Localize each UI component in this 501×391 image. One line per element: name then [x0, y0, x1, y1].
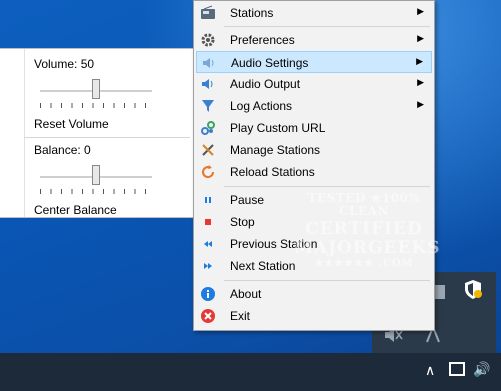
menu-item-log-actions[interactable]: Log Actions ▶ [196, 95, 432, 117]
menu-item-play-custom-url[interactable]: Play Custom URL [196, 117, 432, 139]
reload-icon [200, 164, 216, 180]
volume-panel: Volume: 50 Reset Volume Balance: 0 Cente… [0, 48, 194, 218]
menu-item-exit[interactable]: Exit [196, 305, 432, 327]
speaker-icon [200, 76, 216, 92]
log-icon [200, 98, 216, 114]
menu-item-audio-output[interactable]: Audio Output ▶ [196, 73, 432, 95]
submenu-arrow-icon: ▶ [417, 6, 424, 16]
divider [24, 137, 190, 138]
balance-label: Balance: 0 [34, 143, 91, 157]
audio-settings-icon [201, 55, 217, 71]
menu-item-manage-stations[interactable]: Manage Stations [196, 139, 432, 161]
menu-item-about[interactable]: About [196, 283, 432, 305]
shield-icon[interactable] [462, 278, 484, 300]
menu-item-stations[interactable]: Stations ▶ [196, 2, 432, 24]
panel-gutter [0, 49, 25, 217]
menu-separator [224, 280, 430, 281]
slider-thumb[interactable] [92, 165, 100, 185]
submenu-arrow-icon: ▶ [417, 99, 424, 109]
submenu-arrow-icon: ▶ [416, 56, 423, 66]
volume-label: Volume: 50 [34, 57, 95, 71]
next-icon [200, 258, 216, 274]
menu-item-preferences[interactable]: Preferences ▶ [196, 29, 432, 51]
submenu-arrow-icon: ▶ [417, 33, 424, 43]
menu-separator [224, 186, 430, 187]
stop-icon [200, 214, 216, 230]
slider-ticks [40, 189, 152, 194]
menu-item-reload-stations[interactable]: Reload Stations [196, 161, 432, 183]
slider-ticks [40, 103, 152, 108]
volume-slider[interactable] [40, 75, 152, 108]
center-balance-button[interactable]: Center Balance [34, 203, 117, 217]
slider-thumb[interactable] [92, 79, 100, 99]
info-icon [200, 286, 216, 302]
network-icon[interactable] [449, 362, 465, 376]
menu-separator [224, 26, 430, 27]
tools-icon [200, 142, 216, 158]
majorgeeks-watermark: TESTED ★100% CLEAN CERTIFIED MAJORGEEKS … [294, 191, 441, 269]
radio-icon [200, 5, 216, 21]
reset-volume-button[interactable]: Reset Volume [34, 117, 109, 131]
chevron-up-icon[interactable]: ∧ [425, 362, 435, 379]
context-menu: Stations ▶ Preferences ▶ Audio Settings … [193, 0, 435, 331]
previous-icon [200, 236, 216, 252]
link-icon [200, 120, 216, 136]
exit-icon [200, 308, 216, 324]
gear-icon [200, 32, 216, 48]
menu-item-audio-settings[interactable]: Audio Settings ▶ [196, 51, 432, 73]
balance-slider[interactable] [40, 161, 152, 194]
pause-icon [200, 192, 216, 208]
volume-icon[interactable]: 🔊 [473, 361, 490, 378]
submenu-arrow-icon: ▶ [417, 77, 424, 87]
